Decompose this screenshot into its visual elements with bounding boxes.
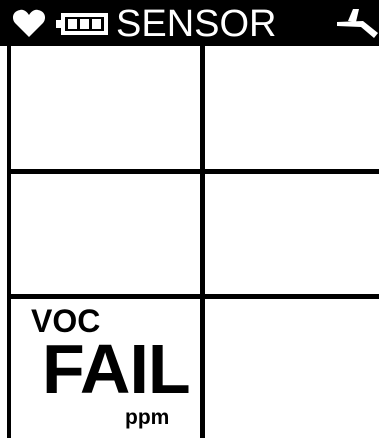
- sensor-screen: SENSOR VOC FAIL ppm: [0, 0, 379, 438]
- header-title: SENSOR: [116, 3, 277, 45]
- sensor-cell-1: [11, 46, 200, 169]
- sensor-reading: FAIL: [42, 330, 191, 408]
- sensor-cell-voc: VOC FAIL ppm: [11, 299, 200, 438]
- sensor-grid: VOC FAIL ppm: [7, 46, 379, 438]
- battery-icon: [56, 13, 108, 35]
- sensor-unit: ppm: [125, 406, 170, 429]
- sensor-cell-4: [205, 174, 379, 294]
- sensor-cell-3: [11, 174, 200, 294]
- heart-icon: [12, 8, 46, 38]
- status-bar: SENSOR: [0, 0, 379, 46]
- sensor-cell-6: [205, 299, 379, 438]
- pump-icon: [336, 6, 379, 40]
- sensor-cell-2: [205, 46, 379, 169]
